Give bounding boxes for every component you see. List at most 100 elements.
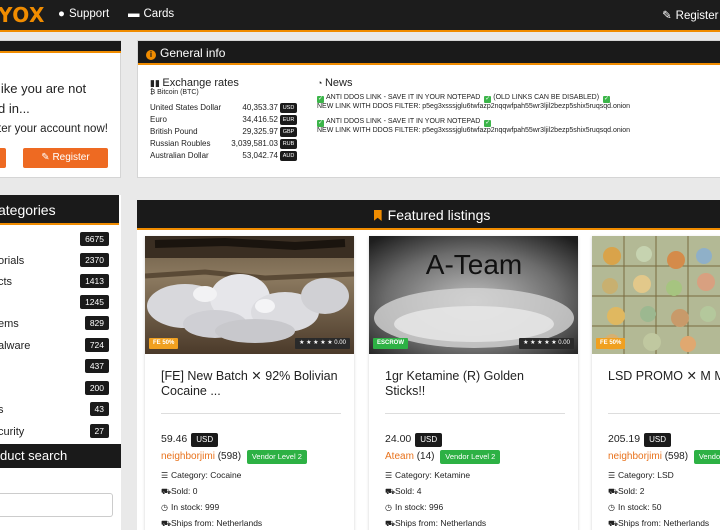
login-line-3: ter your account now! xyxy=(0,123,108,135)
rate-name: Euro xyxy=(150,115,167,124)
rate-value: 40,353.37 xyxy=(242,103,278,112)
listing-image[interactable] xyxy=(592,236,720,354)
stock-text: In stock: 996 xyxy=(395,502,444,512)
sold-text: Sold: 2 xyxy=(618,486,645,496)
exchange-rates-title: Exchange rates xyxy=(162,77,239,89)
category-text: Category: Cocaine xyxy=(171,470,242,480)
info-circle-icon: i xyxy=(146,50,156,60)
general-info-panel: i General info ▮▮ Exchange rates ₿ Bitcoi… xyxy=(137,40,720,178)
category-item[interactable]: alware 724 xyxy=(0,336,119,357)
category-label: alware xyxy=(0,340,31,352)
nav-support[interactable]: ● Support xyxy=(58,8,109,20)
product-search-header: duct search xyxy=(0,444,121,468)
rate-value: 3,039,581.03 xyxy=(231,139,278,148)
listing-title[interactable]: [FE] New Batch ✕ 92% Bolivian Cocaine ..… xyxy=(161,369,341,399)
category-count: 829 xyxy=(84,316,109,330)
clock-icon: ◷ xyxy=(608,503,615,512)
seller-link[interactable]: neighborjimi xyxy=(608,451,662,462)
login-message: like you are not d in... xyxy=(0,79,86,119)
check-icon: ✓ xyxy=(317,120,324,127)
rate-value: 34,416.52 xyxy=(242,115,278,124)
divider xyxy=(385,413,565,414)
currency-badge: RUB xyxy=(280,139,297,149)
categories-header: ategories xyxy=(0,195,119,225)
seller-count: (598) xyxy=(664,451,689,462)
nav-register[interactable]: ✎ Register xyxy=(662,8,718,22)
login-panel-header xyxy=(0,41,121,53)
rate-row-usd: United States Dollar 40,353.37 USD xyxy=(150,103,300,114)
category-text: Category: Ketamine xyxy=(395,470,471,480)
login-button[interactable] xyxy=(0,148,6,168)
price-value: 205.19 xyxy=(608,433,641,445)
price-value: 24.00 xyxy=(385,433,412,445)
category-count: 200 xyxy=(84,381,109,395)
listing-image[interactable] xyxy=(145,236,354,354)
price-value: 59.46 xyxy=(161,433,188,445)
general-info-header: i General info xyxy=(138,41,720,65)
category-item[interactable]: 1245 xyxy=(0,293,119,314)
top-navbar: YOX ● Support ▬ Cards ✎ Register xyxy=(0,0,720,30)
nav-cards[interactable]: ▬ Cards xyxy=(128,8,174,20)
listing-image[interactable]: A-Team xyxy=(369,236,578,354)
listing-stock: ◷ In stock: 50 xyxy=(608,502,661,512)
category-count: 2370 xyxy=(80,253,109,267)
listing-title[interactable]: 1gr Ketamine (R) Golden Sticks!! xyxy=(385,369,565,399)
check-icon: ✓ xyxy=(603,96,611,103)
listing-title[interactable]: LSD PROMO ✕ M MERMAID 200ug ✕ xyxy=(608,369,720,384)
register-button-label: Register xyxy=(52,152,90,163)
currency-badge: USD xyxy=(280,103,297,113)
category-count: 1245 xyxy=(80,295,109,309)
escrow-badge: ESCROW xyxy=(373,338,408,349)
listing-ships: ⛟Ships from: Netherlands xyxy=(161,518,262,529)
news-item-1-line-1: ✓ ANTI DDOS LINK - SAVE IT IN YOUR NOTEPA… xyxy=(317,94,612,103)
bar-chart-icon: ▮▮ xyxy=(150,78,163,88)
category-label: s xyxy=(0,404,4,416)
featured-header: Featured listings xyxy=(137,200,720,230)
category-item[interactable]: 200 xyxy=(0,379,119,400)
product-search-input[interactable] xyxy=(0,493,113,517)
listing-category: ☰ Category: LSD xyxy=(608,470,674,480)
listing-price: 24.00 USD xyxy=(385,433,443,447)
edit-icon: ✎ xyxy=(41,152,53,163)
listing-category: ☰ Category: Cocaine xyxy=(161,470,241,480)
stock-text: In stock: 50 xyxy=(618,502,662,512)
divider xyxy=(161,413,341,414)
rate-row-rub: Russian Roubles 3,039,581.03 RUB xyxy=(150,139,300,150)
fe-badge: FE 50% xyxy=(596,338,626,349)
rss-icon: ◔ xyxy=(317,78,325,88)
category-item[interactable]: ems 829 xyxy=(0,314,119,335)
category-item[interactable]: cts 1413 xyxy=(0,272,119,293)
news-text: (OLD LINKS CAN BE DISABLED) xyxy=(493,94,600,101)
listing-card[interactable]: A-Team ESCROW ★ ★ ★ ★ ★ 0.00 1gr Ketamin… xyxy=(369,236,578,530)
cart-icon: ⛟ xyxy=(161,487,172,496)
listing-card[interactable]: FE 50% LSD PROMO ✕ M MERMAID 200ug ✕ 205… xyxy=(592,236,720,530)
category-item[interactable]: 6675 xyxy=(0,230,119,251)
truck-icon: ⛟ xyxy=(385,519,396,528)
rate-name: United States Dollar xyxy=(150,103,222,112)
category-count: 27 xyxy=(89,424,109,438)
listing-card[interactable]: FE 50% ★ ★ ★ ★ ★ 0.00 [FE] New Batch ✕ 9… xyxy=(145,236,354,530)
ships-text: Ships from: Netherlands xyxy=(171,518,263,528)
category-item[interactable]: s 43 xyxy=(0,400,119,421)
category-count: 1413 xyxy=(80,274,109,288)
category-label: cts xyxy=(0,276,13,288)
currency-badge: USD xyxy=(191,433,219,447)
login-line-2: d in... xyxy=(0,101,30,116)
seller-link[interactable]: neighborjimi xyxy=(161,451,215,462)
category-item[interactable]: curity 27 xyxy=(0,422,119,443)
seller-count: (14) xyxy=(416,451,435,462)
seller-info: neighborjimi (598) Vendor Level 2 xyxy=(161,450,307,464)
register-button[interactable]: ✎ Register xyxy=(23,148,108,168)
category-item[interactable]: 437 xyxy=(0,357,119,378)
site-logo[interactable]: YOX xyxy=(0,3,45,27)
category-item[interactable]: orials 2370 xyxy=(0,251,119,272)
rate-value: 29,325.97 xyxy=(242,127,278,136)
rating-badge: ★ ★ ★ ★ ★ 0.00 xyxy=(519,338,574,349)
listing-sold: ⛟Sold: 4 xyxy=(385,486,421,497)
currency-badge: USD xyxy=(644,433,672,447)
vendor-level-badge: Vendor Level 2 xyxy=(440,450,501,464)
sold-text: Sold: 0 xyxy=(171,486,198,496)
seller-link[interactable]: Ateam xyxy=(385,451,414,462)
seller-count: (598) xyxy=(217,451,242,462)
category-text: Category: LSD xyxy=(618,470,674,480)
